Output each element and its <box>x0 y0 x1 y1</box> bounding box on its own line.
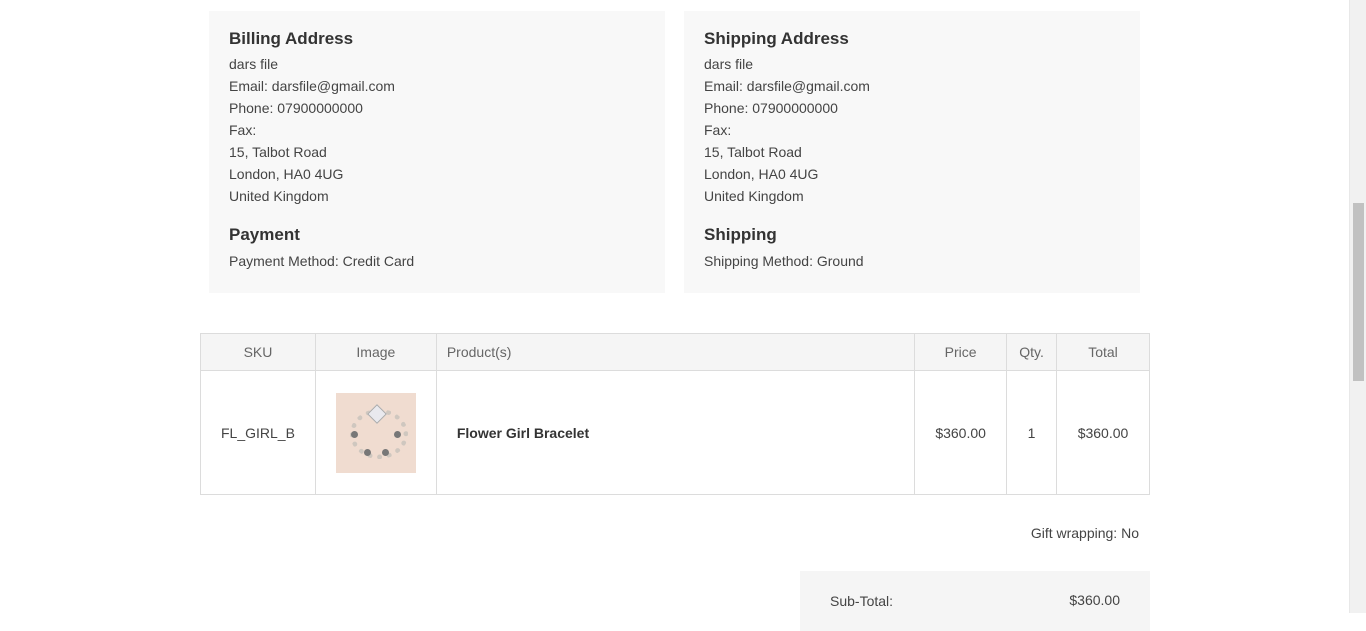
shipping-address-panel: Shipping Address dars file Email: darsfi… <box>684 11 1140 293</box>
shipping-method: Shipping Method: Ground <box>704 253 864 269</box>
shipping-city: London, HA0 4UG <box>704 166 819 182</box>
row-sku: FL_GIRL_B <box>200 370 316 495</box>
shipping-title: Shipping <box>704 225 777 244</box>
payment-title: Payment <box>229 225 300 244</box>
shipping-street: 15, Talbot Road <box>704 144 802 160</box>
billing-phone: Phone: 07900000000 <box>229 100 363 116</box>
payment-method: Payment Method: Credit Card <box>229 253 415 269</box>
column-header-qty: Qty. <box>1006 333 1058 371</box>
column-header-price: Price <box>914 333 1008 371</box>
column-header-image: Image <box>314 333 437 371</box>
shipping-email: Email: darsfile@gmail.com <box>704 78 870 94</box>
row-total: $360.00 <box>1056 370 1150 495</box>
row-image-cell <box>314 370 437 495</box>
column-header-total: Total <box>1056 333 1150 371</box>
billing-name: dars file <box>229 56 279 72</box>
totals-panel: Sub-Total: $360.00 <box>800 571 1150 631</box>
billing-fax: Fax: <box>229 122 257 138</box>
shipping-phone: Phone: 07900000000 <box>704 100 838 116</box>
column-header-product: Product(s) <box>435 333 916 371</box>
billing-city: London, HA0 4UG <box>229 166 344 182</box>
billing-country: United Kingdom <box>229 188 329 204</box>
billing-email: Email: darsfile@gmail.com <box>229 78 395 94</box>
shipping-fax: Fax: <box>704 122 732 138</box>
bracelet-product-image[interactable] <box>335 392 416 473</box>
scrollbar-thumb[interactable] <box>1353 203 1364 381</box>
shipping-name: dars file <box>704 56 754 72</box>
subtotal-value: $360.00 <box>1069 592 1120 608</box>
table-row: FL_GIRL_B Flower Girl Bracelet $360.00 1… <box>200 370 1150 495</box>
row-qty: 1 <box>1006 370 1058 495</box>
row-product-name[interactable]: Flower Girl Bracelet <box>435 370 916 495</box>
billing-address-title: Billing Address <box>229 29 354 48</box>
order-items-table: SKU Image Product(s) Price Qty. Total FL… <box>200 333 1150 495</box>
billing-address-panel: Billing Address dars file Email: darsfil… <box>209 11 665 293</box>
column-header-sku: SKU <box>200 333 316 371</box>
row-price: $360.00 <box>914 370 1008 495</box>
gift-wrapping-status: Gift wrapping: No <box>1030 525 1139 541</box>
shipping-country: United Kingdom <box>704 188 804 204</box>
billing-street: 15, Talbot Road <box>229 144 327 160</box>
table-header-row: SKU Image Product(s) Price Qty. Total <box>200 333 1150 371</box>
shipping-address-title: Shipping Address <box>704 29 849 48</box>
page-scrollbar[interactable] <box>1349 0 1366 613</box>
subtotal-label: Sub-Total: <box>830 593 894 609</box>
